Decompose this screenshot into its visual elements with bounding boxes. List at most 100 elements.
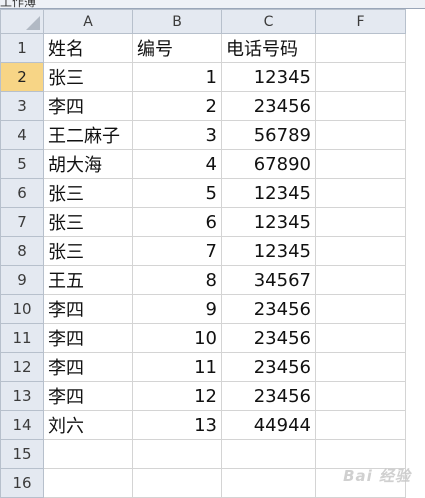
cell-c[interactable]: 23456 [221, 381, 316, 411]
row-header[interactable]: 12 [0, 352, 44, 382]
row-header[interactable]: 5 [0, 149, 44, 179]
table-row: 12 李四 11 23456 [0, 352, 406, 382]
cell-a[interactable]: 姓名 [43, 33, 133, 63]
cell-b[interactable]: 10 [132, 323, 222, 353]
cell-a[interactable]: 李四 [43, 323, 133, 353]
table-row: 11 李四 10 23456 [0, 323, 406, 353]
cell-f[interactable] [315, 207, 406, 237]
cell-a[interactable]: 张三 [43, 62, 133, 92]
cell-a[interactable]: 李四 [43, 352, 133, 382]
cell-a[interactable]: 张三 [43, 236, 133, 266]
row-header[interactable]: 15 [0, 439, 44, 469]
row-header[interactable]: 16 [0, 468, 44, 498]
cell-c[interactable]: 67890 [221, 149, 316, 179]
cell-f[interactable] [315, 62, 406, 92]
cell-a[interactable]: 刘六 [43, 410, 133, 440]
select-all-icon [26, 16, 40, 30]
cell-b[interactable]: 8 [132, 265, 222, 295]
cell-f[interactable] [315, 294, 406, 324]
row-header[interactable]: 2 [0, 62, 44, 92]
watermark: Bai 经验 [343, 465, 411, 486]
table-row: 6 张三 5 12345 [0, 178, 406, 208]
table-row: 3 李四 2 23456 [0, 91, 406, 121]
cell-c[interactable]: 12345 [221, 207, 316, 237]
cell-a[interactable]: 张三 [43, 178, 133, 208]
row-header[interactable]: 4 [0, 120, 44, 150]
cell-f[interactable] [315, 33, 406, 63]
row-header[interactable]: 14 [0, 410, 44, 440]
cell-b[interactable]: 11 [132, 352, 222, 382]
cell-f[interactable] [315, 120, 406, 150]
cell-f[interactable] [315, 381, 406, 411]
column-header-b[interactable]: B [132, 9, 222, 34]
cell-f[interactable] [315, 323, 406, 353]
cell-a[interactable]: 张三 [43, 207, 133, 237]
cell-a[interactable]: 李四 [43, 91, 133, 121]
cell-f[interactable] [315, 91, 406, 121]
cell-a[interactable] [43, 439, 133, 469]
column-header-f[interactable]: F [315, 9, 406, 34]
column-header-c[interactable]: C [221, 9, 316, 34]
cell-c[interactable]: 电话号码 [221, 33, 316, 63]
title-bar-text: 工作薄 [0, 0, 37, 9]
cell-b[interactable]: 7 [132, 236, 222, 266]
cell-a[interactable]: 李四 [43, 381, 133, 411]
cell-c[interactable]: 34567 [221, 265, 316, 295]
table-row: 4 王二麻子 3 56789 [0, 120, 406, 150]
cell-b[interactable]: 1 [132, 62, 222, 92]
select-all-corner[interactable] [0, 9, 44, 34]
title-bar: 工作薄 [0, 0, 425, 9]
cell-b[interactable]: 3 [132, 120, 222, 150]
cell-b[interactable]: 12 [132, 381, 222, 411]
cell-c[interactable] [221, 439, 316, 469]
cell-a[interactable]: 胡大海 [43, 149, 133, 179]
cell-c[interactable]: 23456 [221, 294, 316, 324]
row-header[interactable]: 13 [0, 381, 44, 411]
cell-c[interactable]: 23456 [221, 91, 316, 121]
row-header[interactable]: 3 [0, 91, 44, 121]
table-row: 5 胡大海 4 67890 [0, 149, 406, 179]
cell-a[interactable]: 王二麻子 [43, 120, 133, 150]
column-header-a[interactable]: A [43, 9, 133, 34]
cell-b[interactable] [132, 468, 222, 498]
grid-body: 1 姓名 编号 电话号码 2 张三 1 12345 3 李四 2 23456 4 王二麻子 3 56789 5 胡… [0, 33, 406, 498]
row-header[interactable]: 9 [0, 265, 44, 295]
cell-c[interactable]: 23456 [221, 352, 316, 382]
cell-b[interactable]: 9 [132, 294, 222, 324]
row-header[interactable]: 11 [0, 323, 44, 353]
cell-c[interactable]: 56789 [221, 120, 316, 150]
table-row: 7 张三 6 12345 [0, 207, 406, 237]
row-header[interactable]: 8 [0, 236, 44, 266]
cell-f[interactable] [315, 178, 406, 208]
cell-c[interactable]: 12345 [221, 62, 316, 92]
cell-a[interactable] [43, 468, 133, 498]
cell-f[interactable] [315, 265, 406, 295]
cell-f[interactable] [315, 149, 406, 179]
cell-b[interactable]: 4 [132, 149, 222, 179]
cell-c[interactable]: 12345 [221, 236, 316, 266]
cell-c[interactable]: 12345 [221, 178, 316, 208]
cell-b[interactable]: 编号 [132, 33, 222, 63]
cell-c[interactable] [221, 468, 316, 498]
cell-b[interactable]: 2 [132, 91, 222, 121]
cell-b[interactable] [132, 439, 222, 469]
cell-b[interactable]: 13 [132, 410, 222, 440]
cell-f[interactable] [315, 410, 406, 440]
cell-c[interactable]: 23456 [221, 323, 316, 353]
table-row: 9 王五 8 34567 [0, 265, 406, 295]
spreadsheet-grid: A B C F 1 姓名 编号 电话号码 2 张三 1 12345 3 李四 2 23456 4 王二麻子… [0, 9, 406, 498]
row-header[interactable]: 10 [0, 294, 44, 324]
row-header[interactable]: 1 [0, 33, 44, 63]
cell-a[interactable]: 王五 [43, 265, 133, 295]
cell-f[interactable] [315, 352, 406, 382]
table-row: 2 张三 1 12345 [0, 62, 406, 92]
cell-b[interactable]: 5 [132, 178, 222, 208]
table-row: 13 李四 12 23456 [0, 381, 406, 411]
row-header[interactable]: 6 [0, 178, 44, 208]
cell-f[interactable] [315, 236, 406, 266]
cell-b[interactable]: 6 [132, 207, 222, 237]
table-row: 8 张三 7 12345 [0, 236, 406, 266]
row-header[interactable]: 7 [0, 207, 44, 237]
cell-a[interactable]: 李四 [43, 294, 133, 324]
cell-c[interactable]: 44944 [221, 410, 316, 440]
